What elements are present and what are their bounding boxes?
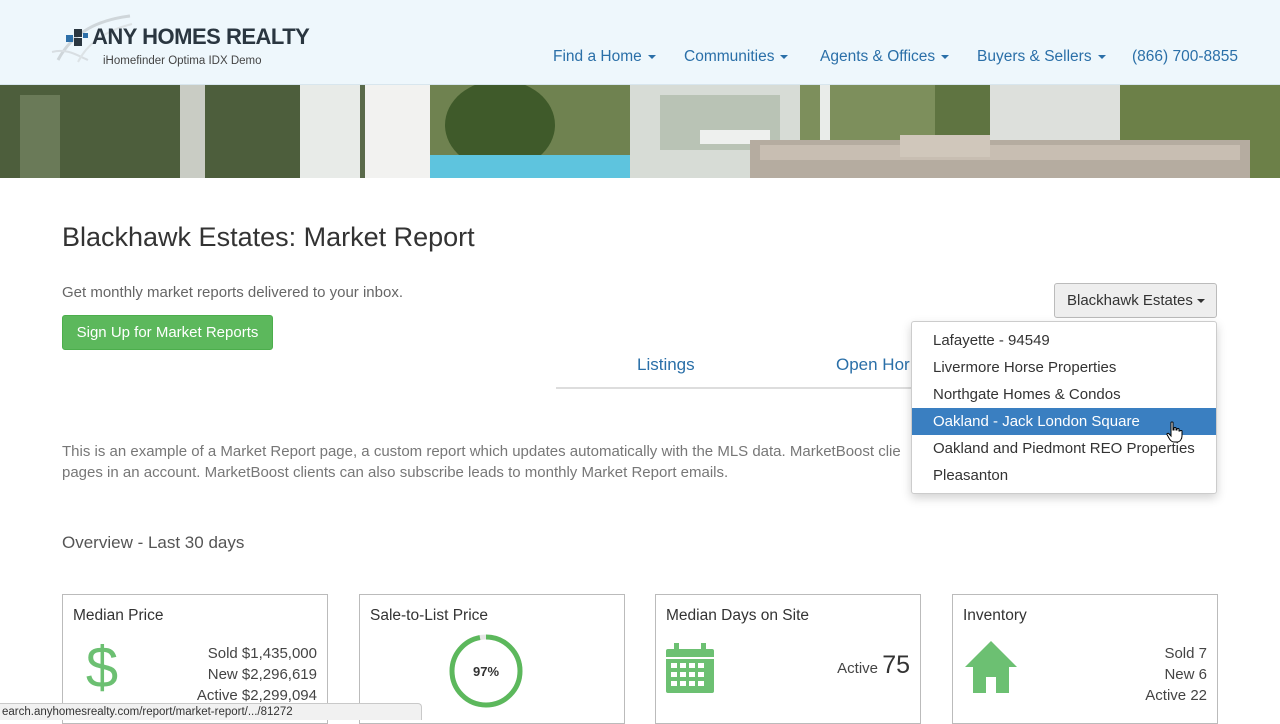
browser-status-bar: earch.anyhomesrealty.com/report/market-r… bbox=[0, 703, 422, 720]
nav-buyers-sellers[interactable]: Buyers & Sellers bbox=[977, 48, 1106, 68]
card-title: Median Days on Site bbox=[666, 607, 810, 624]
dropdown-item[interactable]: Lafayette - 94549 bbox=[912, 327, 1216, 354]
card-title: Median Price bbox=[73, 607, 164, 624]
site-logo[interactable]: ANY HOMES REALTY iHomefinder Optima IDX … bbox=[48, 12, 310, 72]
nav-label: Buyers & Sellers bbox=[977, 48, 1092, 65]
community-select-button[interactable]: Blackhawk Estates bbox=[1054, 283, 1217, 318]
house-icon bbox=[965, 641, 1017, 693]
median-days-card: Median Days on Site Active 75 bbox=[655, 594, 921, 724]
tab-open-homes[interactable]: Open Hor bbox=[836, 355, 910, 375]
chevron-down-icon bbox=[1097, 54, 1106, 59]
dropdown-item[interactable]: Northgate Homes & Condos bbox=[912, 381, 1216, 408]
card-title: Inventory bbox=[963, 607, 1027, 624]
nav-label: Agents & Offices bbox=[820, 48, 936, 65]
median-new-row: New $2,296,619 bbox=[208, 666, 317, 683]
inventory-new-row: New 6 bbox=[1164, 666, 1207, 683]
site-header: ANY HOMES REALTY iHomefinder Optima IDX … bbox=[0, 0, 1280, 85]
value: $1,435,000 bbox=[241, 645, 317, 662]
value: 7 bbox=[1198, 645, 1207, 662]
nav-agents-offices[interactable]: Agents & Offices bbox=[820, 48, 950, 68]
days-active-row: Active 75 bbox=[837, 651, 910, 680]
dropdown-item[interactable]: Livermore Horse Properties bbox=[912, 354, 1216, 381]
page-title: Blackhawk Estates: Market Report bbox=[62, 222, 475, 252]
nav-find-a-home[interactable]: Find a Home bbox=[553, 48, 656, 68]
dollar-icon: $ bbox=[86, 639, 118, 695]
nav-phone[interactable]: (866) 700-8855 bbox=[1132, 48, 1238, 68]
chevron-down-icon bbox=[1196, 299, 1205, 304]
inventory-sold-row: Sold 7 bbox=[1164, 645, 1207, 662]
calendar-icon bbox=[666, 643, 714, 693]
brand-tagline: iHomefinder Optima IDX Demo bbox=[103, 55, 262, 67]
brand-name: ANY HOMES REALTY bbox=[92, 24, 310, 49]
label: New bbox=[207, 666, 238, 683]
nav-label: Communities bbox=[684, 48, 775, 65]
description-line: pages in an account. MarketBoost clients… bbox=[62, 464, 729, 481]
hero-banner-image bbox=[0, 85, 1280, 178]
signup-market-reports-button[interactable]: Sign Up for Market Reports bbox=[62, 315, 273, 350]
median-active-row: Active $2,299,094 bbox=[197, 687, 317, 704]
label: New bbox=[1164, 666, 1195, 683]
description-line: This is an example of a Market Report pa… bbox=[62, 443, 901, 460]
card-title: Sale-to-List Price bbox=[370, 607, 489, 624]
chevron-down-icon bbox=[941, 54, 950, 59]
value: 22 bbox=[1190, 687, 1207, 704]
value: 6 bbox=[1198, 666, 1207, 683]
logo-mark-icon bbox=[66, 29, 88, 46]
overview-heading: Overview - Last 30 days bbox=[62, 533, 245, 552]
label: Active bbox=[196, 687, 238, 704]
hand-cursor-icon bbox=[1166, 421, 1183, 443]
median-sold-row: Sold $1,435,000 bbox=[208, 645, 317, 662]
description: This is an example of a Market Report pa… bbox=[62, 441, 912, 483]
dropdown-item[interactable]: Pleasanton bbox=[912, 462, 1216, 489]
inventory-card: Inventory Sold 7 New 6 Active 22 bbox=[952, 594, 1218, 724]
value: 75 bbox=[882, 651, 910, 679]
inventory-active-row: Active 22 bbox=[1145, 687, 1207, 704]
chevron-down-icon bbox=[780, 54, 789, 59]
nav-communities[interactable]: Communities bbox=[684, 48, 789, 68]
tabs-divider bbox=[556, 387, 916, 389]
signup-text: Get monthly market reports delivered to … bbox=[62, 284, 403, 301]
gauge-percent: 97% bbox=[473, 664, 499, 679]
chevron-down-icon bbox=[647, 54, 656, 59]
value: $2,296,619 bbox=[241, 666, 317, 683]
nav-label: Find a Home bbox=[553, 48, 642, 65]
tab-listings[interactable]: Listings bbox=[637, 355, 695, 375]
community-dropdown-menu: Lafayette - 94549 Livermore Horse Proper… bbox=[911, 321, 1217, 494]
svg-text:$: $ bbox=[86, 639, 118, 695]
label: Active bbox=[837, 660, 879, 677]
selected-label: Blackhawk Estates bbox=[1067, 292, 1193, 309]
value: $2,299,094 bbox=[241, 687, 317, 704]
label: Sold bbox=[1164, 645, 1195, 662]
sale-to-list-gauge: 97% bbox=[449, 634, 523, 708]
label: Active bbox=[1145, 687, 1187, 704]
label: Sold bbox=[207, 645, 238, 662]
